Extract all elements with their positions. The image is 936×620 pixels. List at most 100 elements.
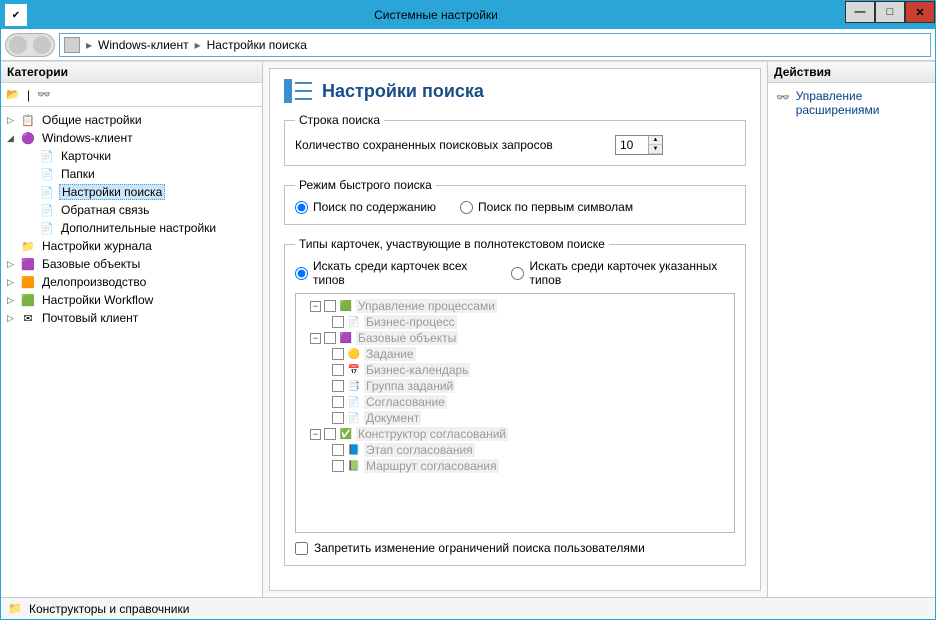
tree-node-general[interactable]: ▷ 📋 Общие настройки xyxy=(3,111,260,129)
checkbox[interactable] xyxy=(324,300,336,312)
close-button[interactable]: ✕ xyxy=(905,1,935,23)
gear-icon[interactable]: 👓 xyxy=(36,87,52,103)
app-icon: ✔ xyxy=(5,4,27,26)
folder-icon[interactable]: 📂 xyxy=(5,87,21,103)
docflow-icon: 🟧 xyxy=(20,274,36,290)
group-quick-search: Режим быстрого поиска Поиск по содержани… xyxy=(284,178,746,225)
tree-node-extra[interactable]: 📄 Дополнительные настройки xyxy=(3,219,260,237)
tree-node-baseobjects[interactable]: − 🟪 Базовые объекты xyxy=(298,330,732,346)
gear-icon: 👓 xyxy=(776,89,790,105)
radio-all-types[interactable]: Искать среди карточек всех типов xyxy=(295,259,487,287)
saved-queries-spinner[interactable]: ▲ ▼ xyxy=(615,135,663,155)
stage-icon: 📘 xyxy=(347,443,361,457)
radio-content-search[interactable]: Поиск по содержанию xyxy=(295,200,436,214)
radio-input[interactable] xyxy=(511,267,524,280)
object-icon: 🟪 xyxy=(339,331,353,345)
feedback-icon: 📄 xyxy=(39,202,55,218)
saved-queries-input[interactable] xyxy=(616,136,648,154)
minimize-button[interactable]: — xyxy=(845,1,875,23)
breadcrumb-item[interactable]: Настройки поиска xyxy=(207,38,307,52)
tree-node-approval-route[interactable]: 📗 Маршрут согласования xyxy=(298,458,732,474)
checkbox-input[interactable] xyxy=(295,542,308,555)
group-legend: Типы карточек, участвующие в полнотексто… xyxy=(295,237,609,251)
checkbox[interactable] xyxy=(332,396,344,408)
radio-selected-types[interactable]: Искать среди карточек указанных типов xyxy=(511,259,735,287)
spin-down-icon[interactable]: ▼ xyxy=(649,145,662,154)
radio-prefix-search[interactable]: Поиск по первым символам xyxy=(460,200,633,214)
tree-node-doflow[interactable]: ▷ 🟧 Делопроизводство xyxy=(3,273,260,291)
checkbox[interactable] xyxy=(332,460,344,472)
checkbox[interactable] xyxy=(332,380,344,392)
tree-node-mail[interactable]: ▷ ✉ Почтовый клиент xyxy=(3,309,260,327)
actions-header: Действия xyxy=(768,62,935,83)
categories-sidebar: Категории 📂 | 👓 ▷ 📋 Общие настройки ◢ 🟣 … xyxy=(1,62,263,597)
extra-icon: 📄 xyxy=(39,220,55,236)
tree-node-winclient[interactable]: ◢ 🟣 Windows-клиент xyxy=(3,129,260,147)
window: ✔ Системные настройки — □ ✕ ▸ Windows-кл… xyxy=(0,0,936,620)
page-title: Настройки поиска xyxy=(284,79,746,103)
tree-node-cards[interactable]: 📄 Карточки xyxy=(3,147,260,165)
settings-icon: 📋 xyxy=(20,112,36,128)
tree-node-document[interactable]: 📄 Документ xyxy=(298,410,732,426)
tree-node-journal[interactable]: 📁 Настройки журнала xyxy=(3,237,260,255)
breadcrumb-sep: ▸ xyxy=(195,38,201,52)
workflow-icon: 🟩 xyxy=(20,292,36,308)
tree-node-baseobj[interactable]: ▷ 🟪 Базовые объекты xyxy=(3,255,260,273)
tree-node-approval-stage[interactable]: 📘 Этап согласования xyxy=(298,442,732,458)
maximize-button[interactable]: □ xyxy=(875,1,905,23)
nav-forward-icon xyxy=(33,36,51,54)
checkbox[interactable] xyxy=(324,428,336,440)
radio-input[interactable] xyxy=(295,201,308,214)
radio-input[interactable] xyxy=(460,201,473,214)
titlebar: ✔ Системные настройки — □ ✕ xyxy=(1,1,935,29)
tree-node-approval-builder[interactable]: − ✅ Конструктор согласований xyxy=(298,426,732,442)
mail-icon: ✉ xyxy=(20,310,36,326)
nav-back-forward[interactable] xyxy=(5,33,55,57)
breadcrumb-icon xyxy=(64,37,80,53)
radio-input[interactable] xyxy=(295,267,308,280)
tree-node-search[interactable]: 📄 Настройки поиска xyxy=(3,183,260,201)
spin-up-icon[interactable]: ▲ xyxy=(649,136,662,145)
checkbox[interactable] xyxy=(332,444,344,456)
tree-node-calendar[interactable]: 📅 Бизнес-календарь xyxy=(298,362,732,378)
status-text: Конструкторы и справочники xyxy=(29,602,189,616)
expander-icon[interactable]: ▷ xyxy=(5,313,16,324)
expander-icon[interactable]: − xyxy=(310,301,321,312)
builder-icon: ✅ xyxy=(339,427,353,441)
lock-restrictions-checkbox[interactable]: Запретить изменение ограничений поиска п… xyxy=(295,541,735,555)
expander-icon[interactable]: ▷ xyxy=(5,259,16,270)
tree-node-taskgroup[interactable]: 📑 Группа заданий xyxy=(298,378,732,394)
expander-icon[interactable]: ▷ xyxy=(5,115,16,126)
calendar-icon: 📅 xyxy=(347,363,361,377)
tree-node-approval[interactable]: 📄 Согласование xyxy=(298,394,732,410)
checkbox[interactable] xyxy=(332,364,344,376)
tree-node-folders[interactable]: 📄 Папки xyxy=(3,165,260,183)
route-icon: 📗 xyxy=(347,459,361,473)
breadcrumb-item[interactable]: Windows-клиент xyxy=(98,38,189,52)
manage-extensions-link[interactable]: 👓 Управление расширениями xyxy=(768,83,935,123)
breadcrumb[interactable]: ▸ Windows-клиент ▸ Настройки поиска xyxy=(59,33,931,57)
approval-icon: 📄 xyxy=(347,395,361,409)
tree-node-workflow[interactable]: ▷ 🟩 Настройки Workflow xyxy=(3,291,260,309)
category-tree: ▷ 📋 Общие настройки ◢ 🟣 Windows-клиент 📄… xyxy=(1,107,262,597)
tree-node-task[interactable]: 🟡 Задание xyxy=(298,346,732,362)
nav-back-icon xyxy=(9,36,27,54)
expander-icon[interactable]: ▷ xyxy=(5,277,16,288)
tree-node-feedback[interactable]: 📄 Обратная связь xyxy=(3,201,260,219)
checkbox[interactable] xyxy=(324,332,336,344)
folder-icon: 📄 xyxy=(39,166,55,182)
checkbox[interactable] xyxy=(332,412,344,424)
main-area: Настройки поиска Строка поиска Количеств… xyxy=(263,62,767,597)
folder-icon: 📁 xyxy=(7,601,23,617)
expander-icon[interactable]: ◢ xyxy=(5,133,16,144)
checkbox[interactable] xyxy=(332,348,344,360)
expander-icon[interactable]: ▷ xyxy=(5,295,16,306)
process-icon: 🟩 xyxy=(339,299,353,313)
expander-icon[interactable]: − xyxy=(310,429,321,440)
window-title: Системные настройки xyxy=(27,8,845,22)
expander-icon[interactable]: − xyxy=(310,333,321,344)
tree-node-bprocess[interactable]: 📄 Бизнес-процесс xyxy=(298,314,732,330)
tree-node-processes[interactable]: − 🟩 Управление процессами xyxy=(298,298,732,314)
card-types-tree: − 🟩 Управление процессами 📄 Бизнес-проце… xyxy=(295,293,735,533)
checkbox[interactable] xyxy=(332,316,344,328)
